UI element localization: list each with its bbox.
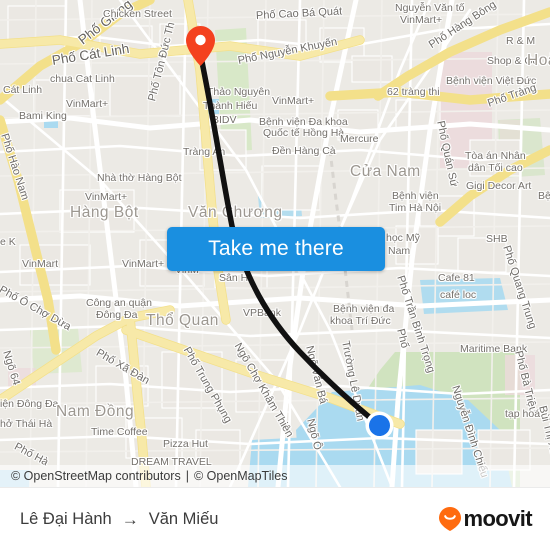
map-viewport[interactable]: .blk{fill:#ebe8e3;stroke:#ffffff;stroke-… — [0, 0, 550, 487]
trip-destination[interactable]: Văn Miếu — [149, 510, 219, 529]
osm-attribution-link[interactable]: © OpenStreetMap contributors — [11, 469, 181, 483]
take-me-there-button[interactable]: Take me there — [167, 227, 385, 271]
trip-origin[interactable]: Lê Đại Hành — [20, 510, 112, 529]
moovit-trip-map-screen: .blk{fill:#ebe8e3;stroke:#ffffff;stroke-… — [0, 0, 550, 550]
destination-dot-icon[interactable] — [365, 411, 394, 440]
arrow-right-icon: → — [121, 509, 139, 529]
trip-summary: Lê Đại Hành → Văn Miếu — [20, 510, 218, 529]
openmaptiles-attribution-link[interactable]: © OpenMapTiles — [194, 469, 288, 483]
take-me-there-label: Take me there — [208, 237, 344, 260]
trip-footer: Lê Đại Hành → Văn Miếu moovit — [0, 487, 550, 550]
attribution-separator: | — [185, 469, 189, 483]
map-pin-icon[interactable] — [186, 26, 215, 66]
moovit-wordmark: moovit — [463, 506, 532, 531]
moovit-pin-icon — [439, 507, 462, 531]
map-attribution: © OpenStreetMap contributors | © OpenMap… — [0, 465, 550, 487]
moovit-logo[interactable]: moovit — [439, 506, 533, 532]
